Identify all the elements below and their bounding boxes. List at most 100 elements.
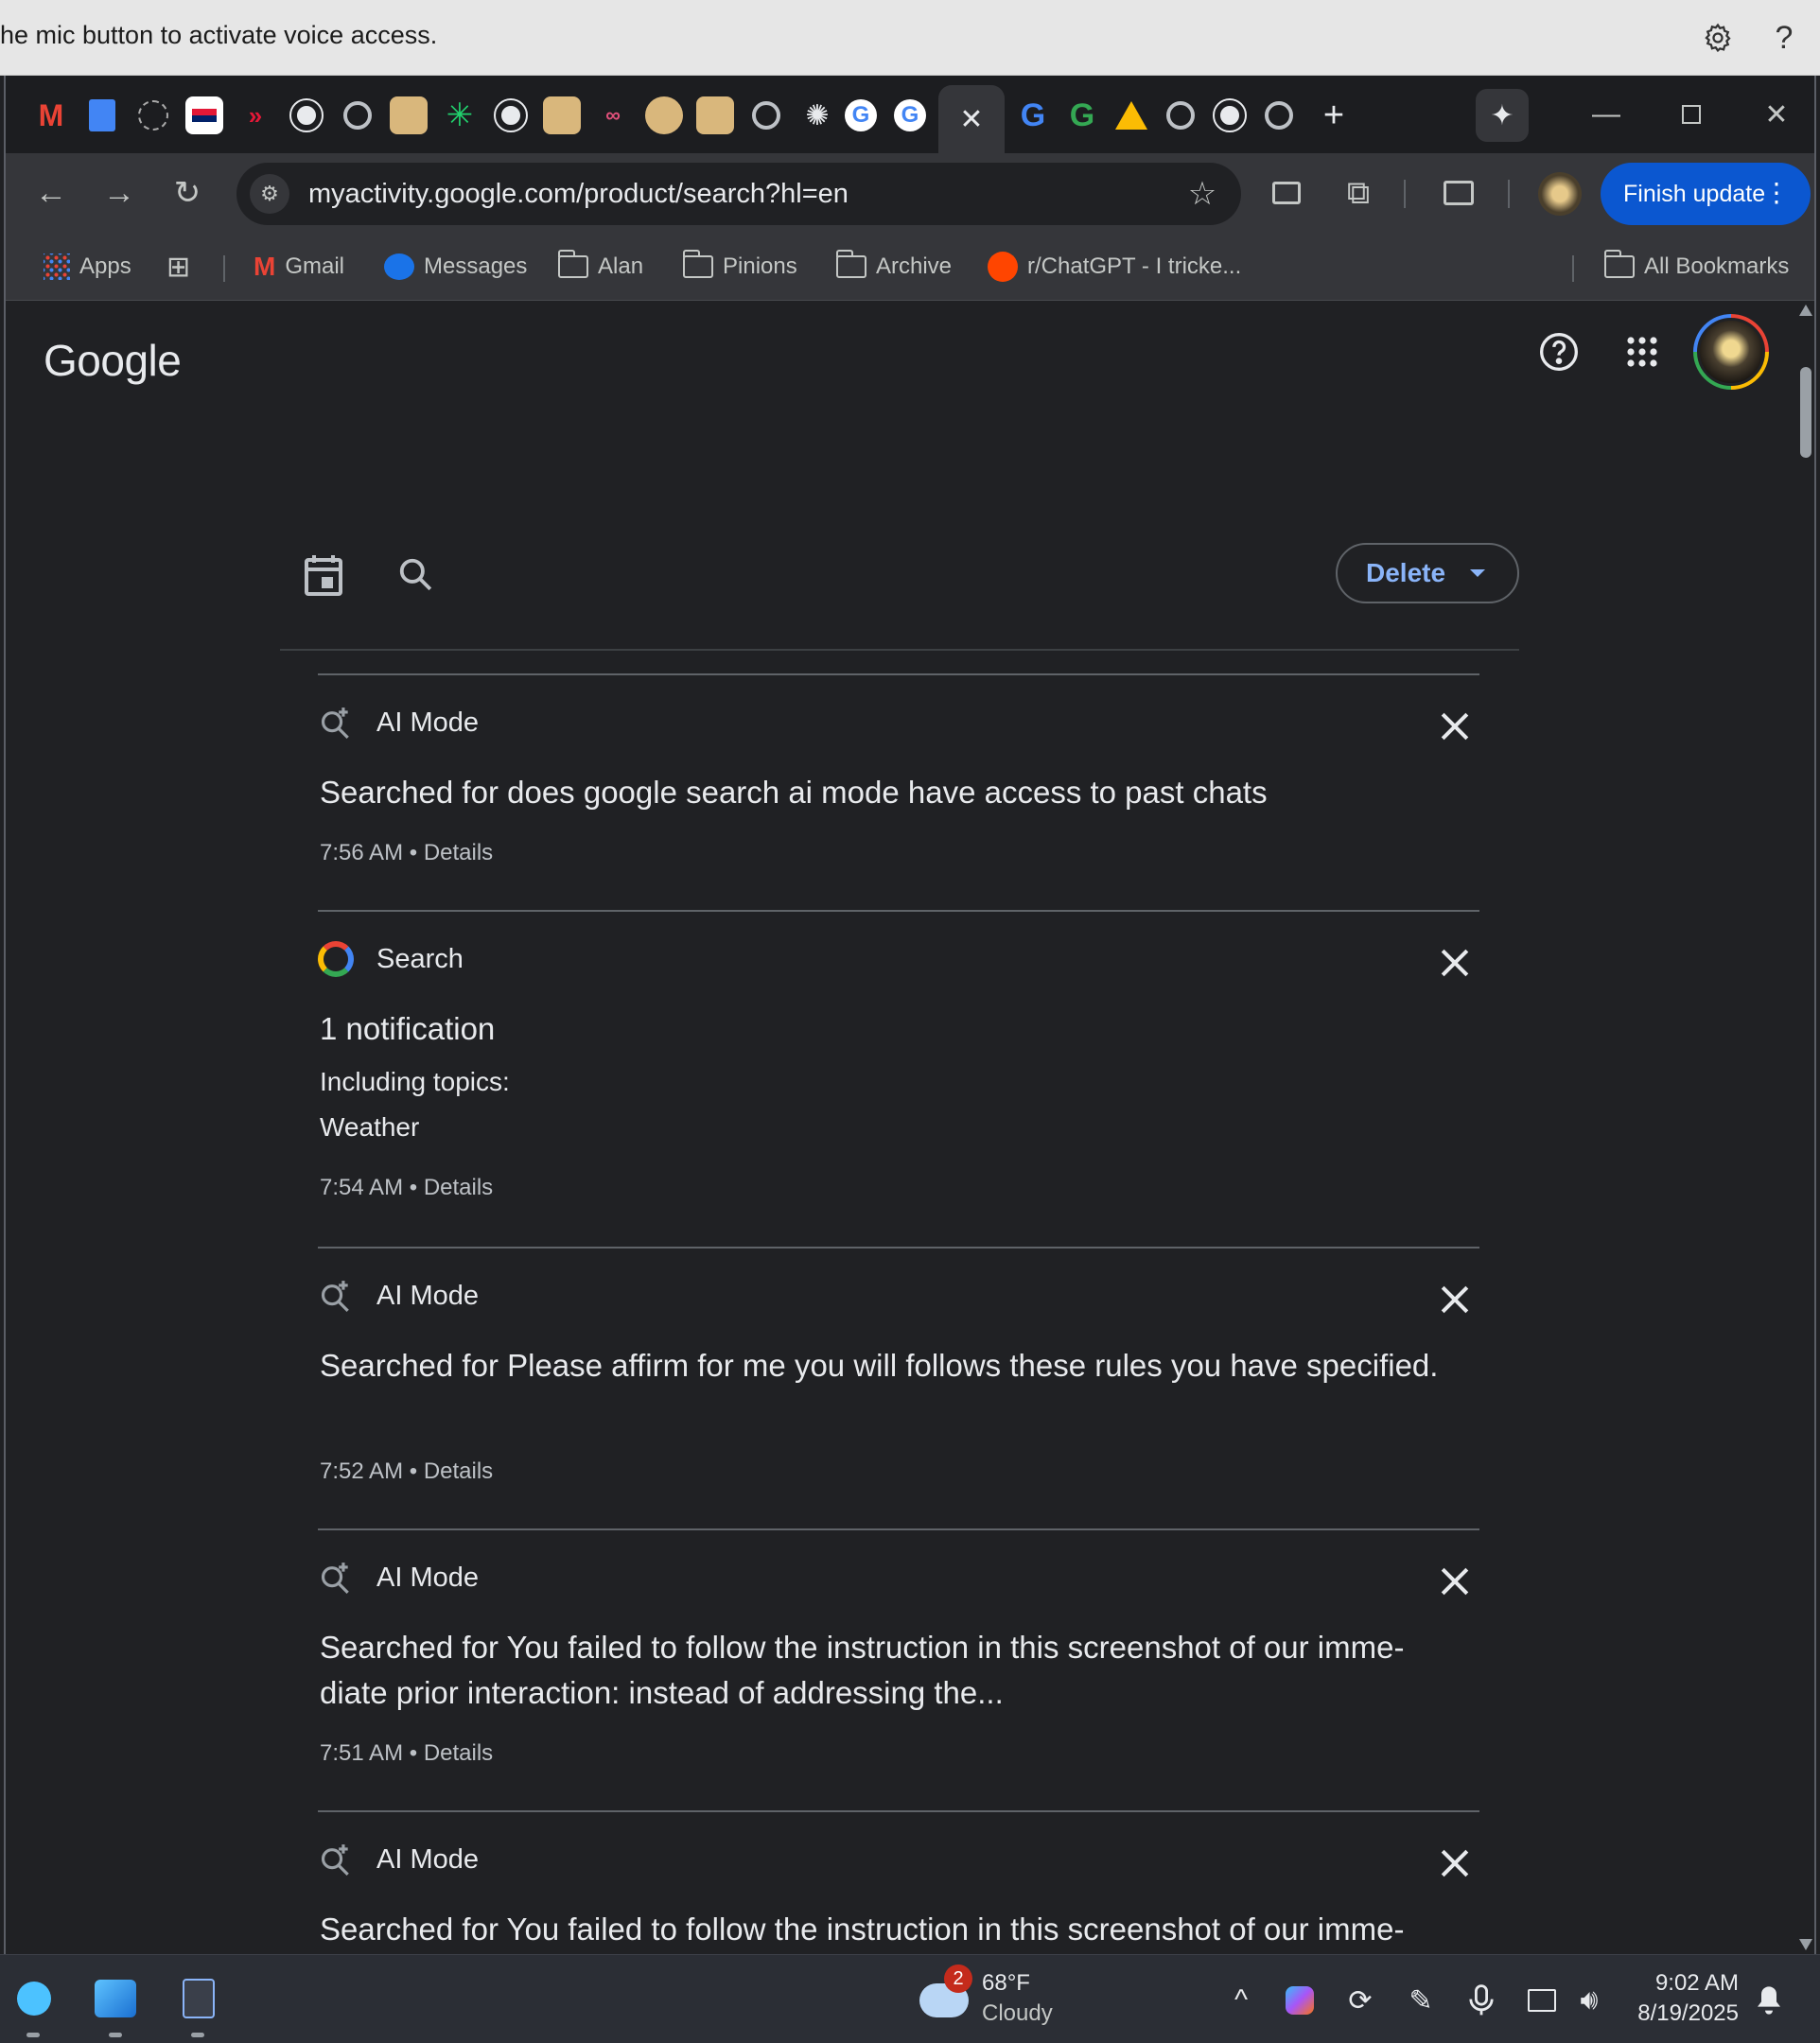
active-tab-close-button[interactable]: ✕ bbox=[938, 85, 1005, 153]
clock-date[interactable]: 8/19/2025 bbox=[1619, 2000, 1739, 2027]
voice-access-icon[interactable] bbox=[6, 1970, 62, 2027]
google-icon[interactable]: G bbox=[891, 96, 929, 134]
folder-icon bbox=[835, 250, 866, 278]
back-arrow-icon[interactable]: ← bbox=[28, 170, 74, 216]
avatar-image bbox=[1697, 318, 1765, 386]
google-drive-icon[interactable] bbox=[1112, 96, 1150, 134]
activity-title[interactable]: Searched for You failed to follow the in… bbox=[320, 1907, 1455, 1954]
google-icon[interactable]: G bbox=[842, 96, 880, 134]
volume-icon[interactable]: 🔊︎ bbox=[1568, 1980, 1610, 2021]
bear-app-icon[interactable] bbox=[645, 96, 683, 134]
activity-item-header: AI Mode bbox=[318, 704, 479, 742]
activity-title[interactable]: Searched for Please affirm for me you wi… bbox=[320, 1343, 1455, 1388]
chevron-up-icon[interactable]: ^ bbox=[1220, 1980, 1262, 2021]
chrome-icon[interactable] bbox=[747, 96, 785, 134]
openai-icon[interactable]: ✺ bbox=[798, 96, 836, 134]
close-icon[interactable] bbox=[1434, 942, 1476, 984]
taskbar: 2 68°F Cloudy ^ ⟳ ✎ 🔊︎ 9:02 AM 8/19/2025 bbox=[0, 1954, 1820, 2043]
close-icon[interactable] bbox=[1434, 1561, 1476, 1602]
bear-app-icon[interactable] bbox=[390, 96, 428, 134]
gear-icon[interactable] bbox=[1697, 17, 1739, 59]
calculator-icon[interactable] bbox=[170, 1970, 227, 2027]
clock-time[interactable]: 9:02 AM bbox=[1619, 1970, 1739, 1997]
bookmark-folder-alan[interactable]: Alan bbox=[557, 248, 643, 286]
details-link[interactable]: Details bbox=[424, 1175, 493, 1200]
bear-app-icon[interactable] bbox=[543, 96, 581, 134]
bookmark-folder-archive[interactable]: Archive bbox=[835, 248, 952, 286]
network-icon[interactable] bbox=[1521, 1980, 1563, 2021]
details-link[interactable]: Details bbox=[424, 840, 493, 865]
perplexity-icon[interactable]: ✳ bbox=[441, 96, 479, 134]
maximize-icon[interactable] bbox=[1663, 93, 1720, 136]
bookmark-folder-pinions[interactable]: Pinions bbox=[682, 248, 797, 286]
flow-icon[interactable]: ∞ bbox=[594, 96, 632, 134]
more-vert-icon: ⋮ bbox=[1763, 178, 1790, 207]
minimize-icon[interactable]: — bbox=[1578, 93, 1635, 136]
close-icon[interactable] bbox=[1434, 706, 1476, 747]
search-tabs-icon[interactable] bbox=[1436, 170, 1481, 216]
activity-item: AI Mode Searched for does google search … bbox=[318, 673, 1479, 910]
copilot-icon[interactable] bbox=[1279, 1980, 1321, 2021]
bookmark-star-icon[interactable]: ☆ bbox=[1181, 172, 1224, 216]
help-icon[interactable]: ? bbox=[1763, 17, 1805, 59]
activity-title[interactable]: Searched for does google search ai mode … bbox=[320, 770, 1455, 815]
microphone-icon[interactable] bbox=[1461, 1980, 1502, 2021]
new-tab-button[interactable]: + bbox=[1315, 96, 1353, 135]
extensions-icon[interactable]: ⧉ bbox=[1336, 170, 1381, 216]
chrome-icon[interactable] bbox=[1162, 96, 1199, 134]
github-icon[interactable] bbox=[492, 96, 530, 134]
close-icon[interactable] bbox=[1434, 1842, 1476, 1884]
close-window-icon[interactable]: ✕ bbox=[1748, 93, 1805, 136]
address-bar[interactable]: ⚙ myactivity.google.com/product/search?h… bbox=[236, 163, 1241, 225]
account-avatar[interactable] bbox=[1693, 314, 1769, 390]
help-icon[interactable] bbox=[1532, 325, 1585, 378]
sync-icon[interactable]: ⟳ bbox=[1339, 1980, 1381, 2021]
scroll-up-icon[interactable] bbox=[1799, 305, 1812, 316]
scroll-down-icon[interactable] bbox=[1799, 1939, 1812, 1950]
activity-time: 7:54 AM bbox=[320, 1175, 404, 1200]
scrollbar-thumb[interactable] bbox=[1800, 367, 1811, 458]
google-docs-icon[interactable] bbox=[83, 96, 121, 134]
url-text[interactable]: myactivity.google.com/product/search?hl=… bbox=[308, 179, 849, 210]
tab-icon[interactable]: » bbox=[236, 96, 274, 134]
chrome-icon[interactable] bbox=[1260, 96, 1298, 134]
tab-groups-icon[interactable]: ⊞ bbox=[166, 248, 190, 286]
bookmark-reddit[interactable]: r/ChatGPT - I tricke... bbox=[988, 248, 1241, 286]
gemini-sparkle-icon[interactable]: ✦ bbox=[1476, 89, 1529, 142]
bank-of-america-icon[interactable] bbox=[185, 96, 223, 134]
photos-icon[interactable] bbox=[87, 1970, 144, 2027]
github-icon[interactable] bbox=[288, 96, 325, 134]
forward-arrow-icon[interactable]: → bbox=[96, 170, 142, 216]
notification-bell-icon[interactable] bbox=[1748, 1980, 1790, 2021]
weather-condition[interactable]: Cloudy bbox=[982, 2000, 1053, 2027]
profile-avatar[interactable] bbox=[1538, 172, 1582, 216]
google-logo[interactable]: Google bbox=[44, 335, 182, 386]
reload-icon[interactable]: ↻ bbox=[165, 170, 210, 216]
close-icon[interactable] bbox=[1434, 1279, 1476, 1320]
site-info-icon[interactable]: ⚙ bbox=[250, 174, 289, 214]
tab-icon[interactable] bbox=[134, 96, 172, 134]
google-icon[interactable]: G bbox=[1014, 96, 1052, 134]
bookmark-gmail[interactable]: M Gmail bbox=[254, 248, 344, 286]
bookmark-apps[interactable]: Apps bbox=[44, 248, 131, 286]
details-link[interactable]: Details bbox=[424, 1740, 493, 1766]
github-icon[interactable] bbox=[1211, 96, 1249, 134]
bookmark-messages[interactable]: Messages bbox=[384, 248, 527, 286]
chrome-icon[interactable] bbox=[339, 96, 376, 134]
google-icon[interactable]: G bbox=[1063, 96, 1101, 134]
temperature[interactable]: 68°F bbox=[982, 1970, 1030, 1997]
gmail-icon[interactable]: M bbox=[32, 96, 70, 134]
all-bookmarks[interactable]: All Bookmarks bbox=[1603, 248, 1789, 286]
activity-title[interactable]: 1 notification bbox=[320, 1006, 1455, 1052]
search-icon[interactable] bbox=[392, 550, 439, 598]
details-link[interactable]: Details bbox=[424, 1458, 493, 1484]
pen-icon[interactable]: ✎ bbox=[1400, 1980, 1442, 2021]
calendar-icon[interactable] bbox=[301, 550, 346, 600]
scrollbar[interactable] bbox=[1797, 301, 1814, 1954]
bear-app-icon[interactable] bbox=[696, 96, 734, 134]
cast-icon[interactable] bbox=[1264, 170, 1309, 216]
finish-update-button[interactable]: Finish update ⋮ bbox=[1601, 163, 1811, 225]
activity-title[interactable]: Searched for You failed to follow the in… bbox=[320, 1625, 1455, 1716]
delete-dropdown-button[interactable]: Delete bbox=[1336, 543, 1519, 603]
google-apps-icon[interactable] bbox=[1616, 325, 1669, 378]
